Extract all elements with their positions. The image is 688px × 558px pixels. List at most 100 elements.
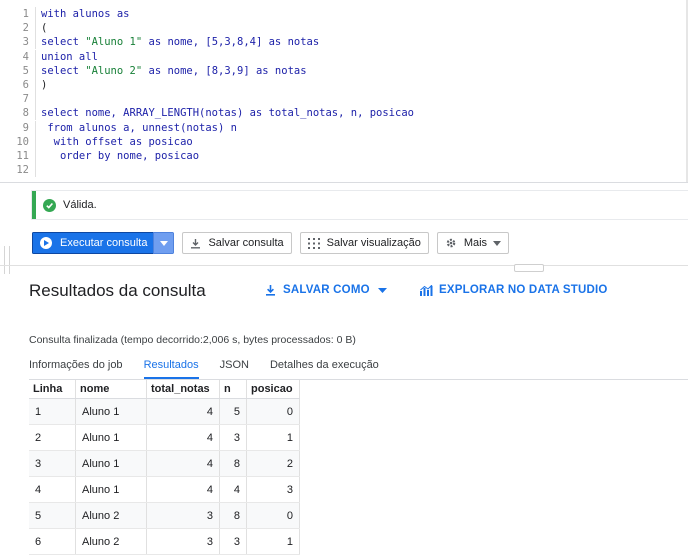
caret-down-icon [159, 240, 168, 246]
column-header: n [219, 380, 247, 399]
tab-informa-es-do-job[interactable]: Informações do job [29, 359, 123, 379]
column-header: total_notas [146, 380, 220, 399]
editor-line[interactable]: 9 from alunos a, unnest(notas) n [0, 120, 237, 135]
code-token: ) [41, 79, 48, 91]
tab-json[interactable]: JSON [220, 359, 249, 379]
code-token: union all [41, 50, 98, 63]
table-cell: 3 [246, 476, 300, 503]
table-cell: 8 [219, 502, 247, 529]
editor-line[interactable]: 6) [0, 78, 47, 92]
code-token: select [41, 36, 86, 49]
column-header: nome [75, 380, 147, 399]
table-cell: Aluno 1 [75, 398, 147, 425]
results-tabs: Informações do job Resultados JSON Detalhes… [29, 359, 400, 379]
table-cell: 4 [146, 398, 220, 425]
table-cell: 4 [29, 476, 76, 503]
line-number: 11 [0, 149, 36, 163]
side-resize-handle[interactable] [4, 246, 10, 274]
more-button[interactable]: Mais [436, 232, 510, 254]
save-download-icon [265, 284, 276, 296]
table-row: 5 Aluno 2380 [29, 502, 300, 529]
code-text: order by nome, posicao [36, 149, 199, 163]
line-number: 10 [0, 134, 36, 149]
table-cell: 2 [246, 450, 300, 477]
table-cell: 3 [29, 450, 76, 477]
sql-editor[interactable]: 1 with alunos as 2(3 select "Aluno 1" as no… [0, 0, 688, 183]
code-text: ( [36, 21, 47, 35]
column-header: Linha [29, 380, 76, 399]
tab-detalhes-da-execu-o[interactable]: Detalhes da execução [270, 359, 379, 379]
editor-line[interactable]: 2( [0, 21, 47, 36]
table-cell: Aluno 1 [75, 424, 147, 451]
editor-line[interactable]: 12 [0, 163, 41, 178]
code-token: select nome, ARRAY_LENGTH(notas) as tota… [41, 107, 414, 120]
code-token: select [41, 64, 86, 77]
save-as-label: SALVAR COMO [283, 284, 370, 296]
code-token: "Aluno 1" [85, 36, 143, 49]
line-number: 12 [0, 163, 36, 178]
run-query-button[interactable]: Executar consulta [32, 232, 154, 254]
run-query-label: Executar consulta [60, 237, 148, 249]
code-token: with alunos as [41, 8, 130, 20]
code-text: from alunos a, unnest(notas) n [36, 121, 237, 135]
line-number: 9 [0, 120, 36, 135]
code-token: order by nome, posicao [41, 150, 200, 162]
code-text: with offset as posicao [36, 135, 193, 149]
editor-line[interactable]: 8 select nome, ARRAY_LENGTH(notas) as tot… [0, 106, 414, 121]
table-cell: 3 [219, 528, 247, 555]
column-header: posicao [246, 380, 300, 399]
data-studio-icon [420, 284, 433, 296]
table-cell: 3 [219, 424, 247, 451]
line-number: 6 [0, 78, 36, 92]
editor-line[interactable]: 11 order by nome, posicao [0, 149, 199, 163]
line-number: 3 [0, 35, 36, 50]
view-grid-icon [307, 237, 320, 249]
query-status: Consulta finalizada (tempo decorrido:2,0… [29, 334, 356, 346]
save-view-button[interactable]: Salvar visualização [299, 232, 429, 254]
table-cell: Aluno 1 [75, 450, 147, 477]
code-token: as nome, [5,3,8,4] as notas [142, 36, 320, 49]
table-cell: 6 [29, 528, 76, 555]
save-results-as-button[interactable]: SALVAR COMO [265, 284, 387, 296]
query-toolbar: Executar consulta Salvar consulta Salvar… [32, 232, 510, 254]
table-cell: 2 [29, 424, 76, 451]
editor-line[interactable]: 4 union all [0, 49, 98, 64]
code-text: select nome, ARRAY_LENGTH(notas) as tota… [36, 106, 414, 120]
table-row: 3 Aluno 1482 [29, 450, 300, 477]
play-icon [40, 237, 52, 249]
editor-line[interactable]: 5 select "Aluno 2" as nome, [8,3,9] as no… [0, 63, 307, 78]
caret-down-icon [377, 287, 387, 293]
pane-resize-handle[interactable] [514, 264, 544, 272]
table-cell: 3 [146, 502, 220, 529]
save-query-button[interactable]: Salvar consulta [182, 232, 292, 254]
editor-line[interactable]: 7 [0, 92, 41, 107]
code-text: select "Aluno 2" as nome, [8,3,9] as not… [36, 64, 307, 78]
explore-label: EXPLORAR NO DATA STUDIO [439, 284, 608, 296]
code-token: from alunos a, unnest(notas) n [41, 121, 237, 134]
table-cell: 4 [146, 476, 220, 503]
gear-icon [445, 237, 457, 249]
pane-divider [0, 265, 688, 269]
results-title: Resultados da consulta [29, 281, 206, 300]
tab-resultados[interactable]: Resultados [143, 359, 199, 379]
run-options-dropdown[interactable] [153, 232, 175, 254]
code-token: "Aluno 2" [85, 64, 143, 77]
explore-data-studio-button[interactable]: EXPLORAR NO DATA STUDIO [420, 284, 608, 296]
table-cell: 1 [246, 424, 300, 451]
save-view-label: Salvar visualização [326, 237, 421, 249]
editor-line[interactable]: 1 with alunos as [0, 7, 130, 21]
code-text: union all [36, 50, 98, 64]
editor-line[interactable]: 3 select "Aluno 1" as nome, [5,3,8,4] as … [0, 35, 320, 50]
table-cell: 4 [219, 476, 247, 503]
table-row: 4 Aluno 1443 [29, 476, 300, 503]
table-cell: Aluno 1 [75, 476, 147, 503]
table-cell: 4 [146, 424, 220, 451]
validation-text: Válida. [63, 199, 97, 211]
line-number: 4 [0, 49, 36, 64]
table-row: 1 Aluno 1450 [29, 398, 300, 425]
table-cell: 5 [29, 502, 76, 529]
editor-line[interactable]: 10 with offset as posicao [0, 134, 193, 149]
more-label: Mais [463, 237, 488, 249]
